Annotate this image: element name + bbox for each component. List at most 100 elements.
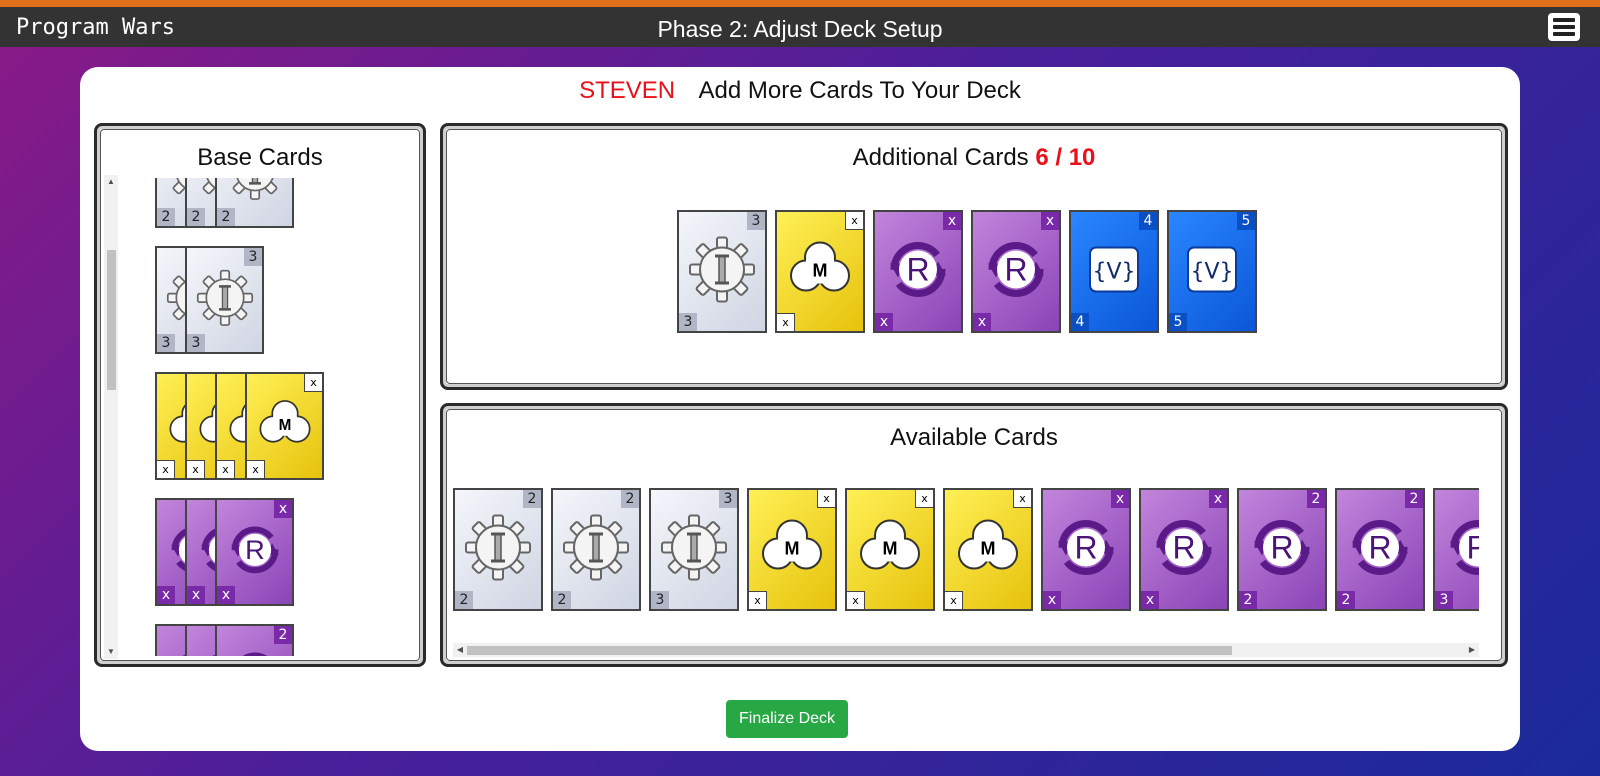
variable-icon: {V} <box>1078 233 1150 310</box>
card-value-bottom: x <box>247 460 265 478</box>
svg-text:R: R <box>1466 529 1479 565</box>
card-value-bottom: x <box>1043 591 1061 609</box>
card-value-top: x <box>915 490 933 508</box>
finalize-deck-button[interactable]: Finalize Deck <box>726 700 848 738</box>
card-value-top: x <box>845 212 863 230</box>
svg-text:R: R <box>1004 251 1027 287</box>
base-cards-scrollbar[interactable]: ▲ ▼ <box>104 175 118 659</box>
cloud-method-icon: M <box>784 233 856 310</box>
repeat-loop-icon: R <box>224 645 285 656</box>
repeat-loop-icon: R <box>224 519 285 584</box>
scroll-thumb[interactable] <box>107 250 116 390</box>
variable-icon: {V} <box>1176 233 1248 310</box>
gear-instruction-icon <box>194 267 255 332</box>
card-value-bottom: x <box>777 313 795 331</box>
card-value-top: x <box>1209 490 1227 508</box>
available-card-cloud-method[interactable]: Mx x <box>845 488 935 611</box>
cloud-method-icon: M <box>854 511 926 588</box>
scroll-thumb[interactable] <box>467 646 1232 655</box>
base-card-repeat-loop[interactable]: R22 <box>215 624 294 656</box>
card-value-bottom: x <box>749 591 767 609</box>
gear-instruction-icon <box>224 178 285 207</box>
player-name: STEVEN <box>579 77 676 104</box>
available-cards-scrollbar[interactable]: ◀ ▶ <box>453 643 1479 657</box>
available-cards-list: 22 22 33 Mxx Mxx Mxx Rxx R x x R 2 2 R 2… <box>453 488 1479 618</box>
available-card-repeat-loop[interactable]: R 2 2 <box>1335 488 1425 611</box>
card-value-bottom: x <box>157 460 175 478</box>
scroll-up-arrow-icon[interactable]: ▲ <box>104 175 118 189</box>
additional-card-cloud-method[interactable]: Mx x <box>775 210 865 333</box>
additional-card-repeat-loop[interactable]: Rx x <box>873 210 963 333</box>
instruction-text: Add More Cards To Your Deck <box>698 77 1021 104</box>
scroll-right-arrow-icon[interactable]: ▶ <box>1465 643 1479 657</box>
svg-text:M: M <box>883 538 898 558</box>
scroll-down-arrow-icon[interactable]: ▼ <box>104 645 118 659</box>
instruction-header: STEVEN Add More Cards To Your Deck <box>80 77 1520 105</box>
additional-cards-count: 6 / 10 <box>1035 144 1096 171</box>
card-value-top: x <box>1111 490 1129 508</box>
available-card-repeat-loop[interactable]: R33 <box>1433 488 1479 611</box>
additional-cards-panel: Additional Cards 6 / 10 33 Mx x Rxx Rxx {… <box>440 123 1508 390</box>
repeat-loop-icon: R <box>882 233 954 310</box>
svg-text:R: R <box>1074 529 1097 565</box>
additional-card-repeat-loop[interactable]: Rx x <box>971 210 1061 333</box>
card-value-bottom: 2 <box>1337 591 1355 609</box>
card-value-bottom: 3 <box>679 313 697 331</box>
card-value-top: 2 <box>274 626 292 644</box>
card-value-top: 5 <box>1237 212 1255 230</box>
available-card-cloud-method[interactable]: Mx x <box>943 488 1033 611</box>
additional-cards-label: Additional Cards <box>852 144 1029 171</box>
repeat-loop-icon: R <box>1442 511 1479 588</box>
card-value-bottom: 2 <box>157 208 175 226</box>
available-card-gear-instruction[interactable]: 22 <box>551 488 641 611</box>
svg-text:R: R <box>1270 529 1293 565</box>
available-card-repeat-loop[interactable]: Rx x <box>1041 488 1131 611</box>
available-card-gear-instruction[interactable]: 22 <box>453 488 543 611</box>
base-card-cloud-method[interactable]: Mx x <box>245 372 324 480</box>
available-card-repeat-loop[interactable]: R 2 2 <box>1237 488 1327 611</box>
additional-card-variable[interactable]: {V} 5 5 <box>1167 210 1257 333</box>
card-value-top: x <box>817 490 835 508</box>
gear-instruction-icon <box>658 511 730 588</box>
svg-text:R: R <box>245 534 265 565</box>
base-card-gear-instruction[interactable]: 22 <box>215 178 294 228</box>
base-card-gear-instruction[interactable]: 33 <box>185 246 264 354</box>
additional-card-gear-instruction[interactable]: 33 <box>677 210 767 333</box>
card-value-bottom: x <box>1141 591 1159 609</box>
available-cards-panel: Available Cards 22 22 33 Mxx Mxx Mxx R x… <box>440 403 1508 667</box>
svg-text:M: M <box>278 417 291 434</box>
card-value-top: x <box>1013 490 1031 508</box>
available-cards-title: Available Cards <box>890 424 1058 451</box>
card-value-bottom: x <box>187 460 205 478</box>
svg-text:R: R <box>1368 529 1391 565</box>
base-card-repeat-loop[interactable]: Rx x <box>215 498 294 606</box>
card-value-bottom: 3 <box>651 591 669 609</box>
deck-setup-panel: STEVEN Add More Cards To Your Deck Base … <box>80 67 1520 751</box>
svg-text:M: M <box>981 538 996 558</box>
available-card-gear-instruction[interactable]: 33 <box>649 488 739 611</box>
top-accent-bar <box>0 0 1600 7</box>
base-cards-list: 22 22 22 33 33 Mxx Mxx Mxx <box>117 178 417 656</box>
card-value-top: 3 <box>244 248 262 266</box>
card-value-bottom: x <box>847 591 865 609</box>
card-value-top: 3 <box>719 490 737 508</box>
scroll-left-arrow-icon[interactable]: ◀ <box>453 643 467 657</box>
card-value-bottom: 2 <box>1239 591 1257 609</box>
card-value-top: 2 <box>1405 490 1423 508</box>
card-value-bottom: x <box>217 460 235 478</box>
card-value-top: 2 <box>523 490 541 508</box>
card-value-bottom: 2 <box>187 208 205 226</box>
card-value-bottom: 2 <box>553 591 571 609</box>
card-value-bottom: 3 <box>187 334 205 352</box>
card-value-bottom: x <box>157 586 175 604</box>
hamburger-menu-icon[interactable] <box>1548 13 1580 41</box>
card-value-bottom: x <box>187 586 205 604</box>
repeat-loop-icon: R <box>1246 511 1318 588</box>
gear-instruction-icon <box>686 233 758 310</box>
repeat-loop-icon: R <box>1050 511 1122 588</box>
additional-card-variable[interactable]: {V} 4 4 <box>1069 210 1159 333</box>
available-card-repeat-loop[interactable]: Rx x <box>1139 488 1229 611</box>
additional-cards-title: Additional Cards 6 / 10 <box>447 144 1501 172</box>
card-value-top: x <box>274 500 292 518</box>
available-card-cloud-method[interactable]: Mx x <box>747 488 837 611</box>
